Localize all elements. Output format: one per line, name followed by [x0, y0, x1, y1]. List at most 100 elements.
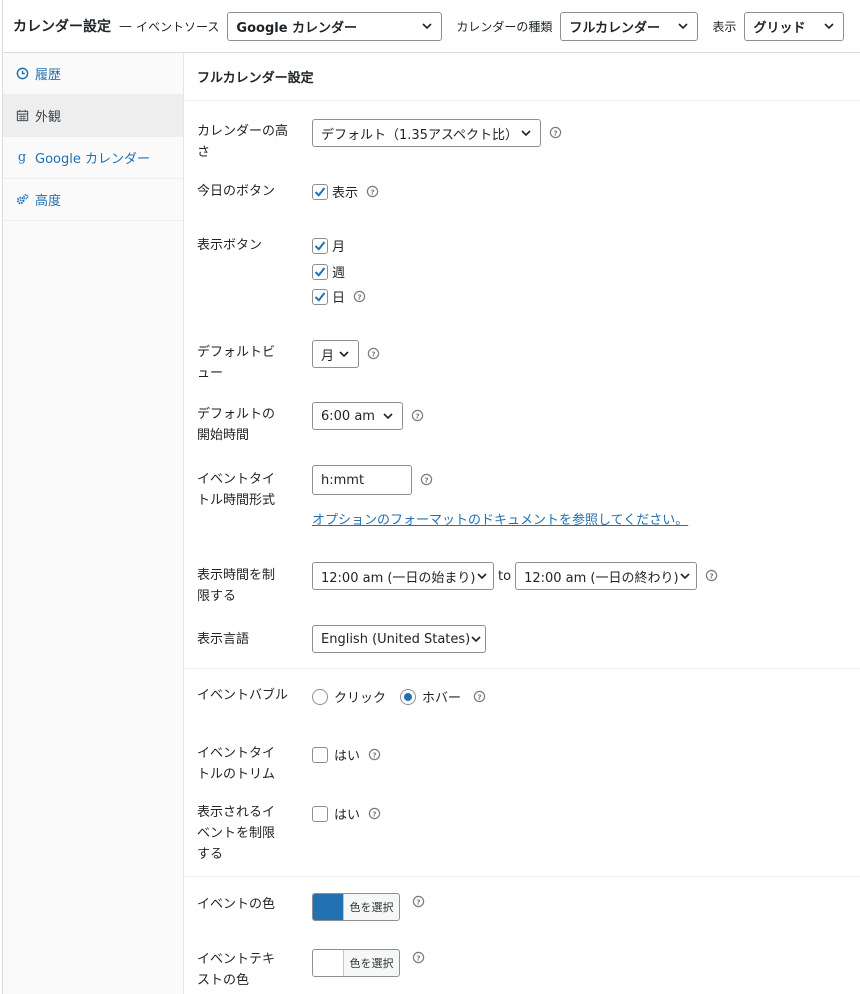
default-start-value: 6:00 am [321, 408, 375, 424]
calendar-icon [15, 109, 29, 123]
sidebar-item-google-calendar[interactable]: g Google カレンダー [3, 137, 183, 179]
event-source-select[interactable]: Google カレンダー [227, 11, 443, 41]
event-bubble-label: イベントバブル [197, 688, 289, 703]
help-icon[interactable]: ? [368, 748, 382, 762]
format-docs-link[interactable]: オプションのフォーマットのドキュメントを参照してください。 [312, 509, 688, 528]
limit-events-option: はい [334, 808, 361, 823]
today-button-option: 表示 [332, 186, 359, 201]
header-title: カレンダー設定 [13, 19, 111, 35]
limit-events-label: 表示されるイベントを制限する [197, 805, 276, 862]
help-icon[interactable]: ? [549, 126, 563, 140]
trim-title-checkbox[interactable] [312, 746, 328, 763]
sidebar-item-label: 外観 [35, 110, 62, 125]
limit-time-label: 表示時間を制限する [197, 568, 276, 604]
help-icon[interactable]: ? [412, 895, 426, 909]
chevron-down-icon [520, 127, 532, 139]
header-separator: — [119, 18, 132, 34]
help-icon[interactable]: ? [705, 569, 719, 583]
limit-time-from-select[interactable]: 12:00 am (一日の始まり) [312, 562, 494, 590]
limit-time-to-select[interactable]: 12:00 am (一日の終わり) [515, 562, 698, 590]
section-divider [185, 668, 860, 669]
section-divider [185, 876, 860, 877]
sidebar-item-label: Google カレンダー [35, 152, 150, 167]
sidebar-item-label: 高度 [35, 194, 62, 209]
help-icon[interactable]: ? [420, 473, 434, 487]
event-color-button-label: 色を選択 [349, 901, 394, 914]
svg-text:?: ? [477, 692, 481, 701]
panel-title: フルカレンダー設定 [185, 53, 860, 101]
bubble-click-radio[interactable] [312, 688, 328, 705]
event-color-swatch [313, 894, 344, 920]
help-icon[interactable]: ? [368, 807, 382, 821]
trim-title-label: イベントタイトルのトリム [197, 746, 276, 782]
help-icon[interactable]: ? [473, 690, 487, 704]
view-day-option: 日 [332, 291, 346, 306]
event-source-value: Google カレンダー [236, 20, 358, 36]
language-select[interactable]: English (United States) [312, 625, 486, 653]
clock-icon [15, 67, 29, 81]
help-icon[interactable]: ? [367, 347, 381, 361]
google-g-icon: g [17, 150, 27, 165]
chevron-down-icon [338, 348, 350, 360]
help-icon[interactable]: ? [411, 409, 425, 423]
sidebar-item-label: 履歴 [35, 68, 62, 83]
event-text-color-swatch [313, 950, 344, 976]
chevron-down-icon [382, 410, 394, 422]
sidebar-item-history[interactable]: 履歴 [3, 53, 183, 95]
view-day-checkbox[interactable] [312, 288, 328, 305]
sidebar-item-advanced[interactable]: 高度 [3, 179, 183, 221]
svg-text:?: ? [709, 571, 713, 580]
today-button-checkbox[interactable] [312, 183, 328, 200]
calendar-type-value: フルカレンダー [569, 20, 661, 36]
help-icon[interactable]: ? [412, 951, 426, 965]
limit-events-checkbox[interactable] [312, 805, 328, 822]
svg-text:?: ? [357, 292, 361, 301]
view-month-checkbox[interactable] [312, 237, 328, 254]
today-button-label: 今日のボタン [197, 184, 276, 199]
svg-text:?: ? [372, 809, 376, 818]
language-value: English (United States) [321, 631, 471, 647]
display-value: グリッド [753, 20, 806, 36]
trim-title-option: はい [334, 749, 361, 764]
chevron-down-icon [679, 570, 691, 582]
bubble-click-option: クリック [334, 691, 387, 706]
svg-text:?: ? [424, 475, 428, 484]
event-source-label: イベントソース [136, 19, 220, 34]
default-view-label: デフォルトビュー [197, 345, 276, 381]
chevron-down-icon [677, 20, 689, 32]
limit-time-to-word: to [498, 568, 512, 584]
default-view-select[interactable]: 月 [312, 340, 359, 368]
svg-text:?: ? [416, 953, 420, 962]
default-view-value: 月 [321, 348, 335, 364]
help-icon[interactable]: ? [366, 185, 380, 199]
calendar-height-select[interactable]: デフォルト（1.35アスペクト比） [312, 119, 541, 147]
chevron-down-icon [476, 570, 488, 582]
chevron-down-icon [421, 20, 433, 32]
view-month-option: 月 [332, 240, 346, 255]
settings-sidebar: 履歴 外観 g Google カレンダー 高度 [3, 53, 184, 994]
svg-text:?: ? [416, 897, 420, 906]
settings-header: カレンダー設定 — イベントソース Google カレンダー カレンダーの種類 … [2, 0, 860, 53]
event-color-picker-button[interactable]: 色を選択 [312, 893, 400, 921]
calendar-height-label: カレンダーの高さ [197, 124, 289, 160]
help-icon[interactable]: ? [353, 290, 367, 304]
chevron-down-icon [470, 633, 482, 645]
event-title-time-input[interactable]: h:mmt [312, 465, 412, 495]
bubble-hover-radio[interactable] [400, 688, 417, 705]
view-week-checkbox[interactable] [312, 263, 328, 280]
event-text-color-label: イベントテキストの色 [197, 952, 276, 988]
sidebar-item-appearance[interactable]: 外観 [3, 95, 183, 137]
language-label: 表示言語 [197, 632, 250, 647]
calendar-height-value: デフォルト（1.35アスペクト比） [321, 127, 519, 143]
display-select[interactable]: グリッド [744, 11, 845, 41]
view-buttons-label: 表示ボタン [197, 238, 263, 253]
event-text-color-picker-button[interactable]: 色を選択 [312, 949, 400, 977]
event-text-color-button-label: 色を選択 [349, 957, 394, 970]
svg-text:?: ? [553, 128, 557, 137]
default-start-select[interactable]: 6:00 am [312, 402, 403, 430]
calendar-type-label: カレンダーの種類 [456, 19, 553, 34]
gears-icon [15, 193, 29, 207]
view-week-option: 週 [332, 266, 346, 281]
limit-time-to-value: 12:00 am (一日の終わり) [524, 570, 679, 586]
calendar-type-select[interactable]: フルカレンダー [560, 11, 699, 41]
